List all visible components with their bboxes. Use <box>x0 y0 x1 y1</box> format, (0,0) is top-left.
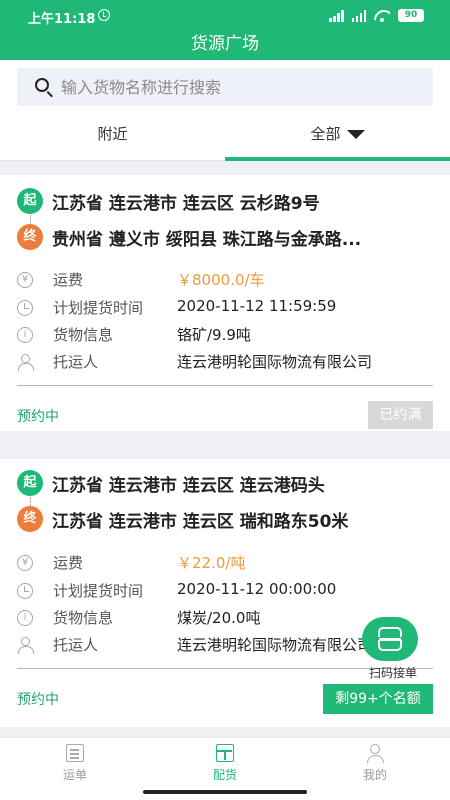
scan-icon <box>375 627 405 651</box>
nav-item-waybill[interactable]: 运单 <box>0 738 150 788</box>
nav-label: 运单 <box>62 768 87 782</box>
order-status: 预约中 <box>17 692 59 708</box>
freight-row: ¥ 运费 ￥8000.0/车 <box>17 269 437 291</box>
shipper-row: 托运人 连云港明轮国际物流有限公司 <box>17 351 437 373</box>
pickup-time-row: 计划提货时间 2020-11-12 00:00:00 <box>17 580 437 602</box>
search-area <box>0 60 450 116</box>
cargo-row: i 货物信息 铬矿/9.9吨 <box>17 324 437 346</box>
shipper-label: 托运人 <box>53 353 99 371</box>
cargo-value: 煤炭/20.0吨 <box>177 609 261 627</box>
end-badge: 终 <box>17 506 43 532</box>
tab-nearby-label: 附近 <box>97 125 128 143</box>
pickup-time-row: 计划提货时间 2020-11-12 11:59:59 <box>17 297 437 319</box>
start-badge: 起 <box>17 470 43 496</box>
home-indicator[interactable] <box>143 790 307 794</box>
yen-icon: ¥ <box>17 272 33 288</box>
cargo-value: 铬矿/9.9吨 <box>177 326 251 344</box>
search-input[interactable] <box>61 68 421 106</box>
user-icon <box>17 637 34 654</box>
full-button[interactable]: 已约满 <box>368 401 433 429</box>
order-card[interactable]: 起 江苏省 连云港市 连云区 连云港码头 终 江苏省 连云港市 连云区 瑞和路东… <box>0 459 450 727</box>
order-card[interactable]: 起 江苏省 连云港市 连云区 云杉路9号 终 贵州省 遵义市 绥阳县 珠江路与金… <box>0 175 450 431</box>
destination-address: 贵州省 遵义市 绥阳县 珠江路与金承路... <box>52 229 362 250</box>
freight-value: ￥22.0/吨 <box>177 554 246 572</box>
card-divider <box>17 385 433 386</box>
clock-icon <box>17 583 33 599</box>
status-time: 上午11:18 <box>28 12 96 27</box>
end-badge: 终 <box>17 224 43 250</box>
order-status: 预约中 <box>17 409 59 425</box>
clock-icon <box>17 300 33 316</box>
search-icon <box>35 78 49 92</box>
start-badge: 起 <box>17 188 43 214</box>
search-box[interactable] <box>17 68 433 106</box>
origin-row: 起 江苏省 连云港市 连云区 连云港码头 <box>17 470 325 496</box>
nav-item-dispatch[interactable]: 配货 <box>150 738 300 788</box>
filter-tabs: 附近 全部 <box>0 116 450 161</box>
origin-address: 江苏省 连云港市 连云区 云杉路9号 <box>52 193 320 214</box>
nav-item-mine[interactable]: 我的 <box>300 738 450 788</box>
shipper-value: 连云港明轮国际物流有限公司 <box>177 353 373 371</box>
status-icons: 90 <box>329 9 424 22</box>
shipper-label: 托运人 <box>53 636 99 654</box>
tab-all[interactable]: 全部 <box>225 116 450 161</box>
battery-icon: 90 <box>398 9 424 22</box>
tab-all-label: 全部 <box>310 125 341 143</box>
signal-icon <box>329 9 344 22</box>
signal-icon-2 <box>351 9 366 22</box>
freight-label: 运费 <box>53 271 84 289</box>
info-icon: i <box>17 610 33 626</box>
info-icon: i <box>17 327 33 343</box>
alarm-icon <box>98 9 110 21</box>
pickup-time-value: 2020-11-12 00:00:00 <box>177 580 337 598</box>
pickup-time-label: 计划提货时间 <box>53 582 144 600</box>
remaining-slots-button[interactable]: 剩99+个名额 <box>323 684 433 714</box>
pickup-time-label: 计划提货时间 <box>53 299 144 317</box>
document-icon <box>66 744 84 762</box>
nav-label: 配货 <box>212 768 237 782</box>
nav-label: 我的 <box>362 768 387 782</box>
scan-button[interactable] <box>362 617 418 661</box>
cargo-label: 货物信息 <box>53 326 114 344</box>
origin-row: 起 江苏省 连云港市 连云区 云杉路9号 <box>17 188 320 214</box>
pickup-time-value: 2020-11-12 11:59:59 <box>177 297 337 315</box>
status-bar: 上午11:18 90 <box>0 0 450 32</box>
scan-label[interactable]: 扫码接单 <box>358 664 428 681</box>
origin-address: 江苏省 连云港市 连云区 连云港码头 <box>52 475 325 496</box>
caret-down-icon <box>346 130 365 139</box>
page-title: 货源广场 <box>0 32 450 60</box>
destination-address: 江苏省 连云港市 连云区 瑞和路东50米 <box>52 511 349 532</box>
shipper-value: 连云港明轮国际物流有限公司 <box>177 636 373 654</box>
box-icon <box>216 744 234 762</box>
yen-icon: ¥ <box>17 555 33 571</box>
destination-row: 终 贵州省 遵义市 绥阳县 珠江路与金承路... <box>17 224 361 250</box>
tab-nearby[interactable]: 附近 <box>0 116 225 161</box>
wifi-icon <box>374 10 390 22</box>
freight-value: ￥8000.0/车 <box>177 271 265 289</box>
cargo-label: 货物信息 <box>53 609 114 627</box>
freight-label: 运费 <box>53 554 84 572</box>
person-icon <box>366 744 384 763</box>
user-icon <box>17 354 34 371</box>
freight-row: ¥ 运费 ￥22.0/吨 <box>17 552 437 574</box>
destination-row: 终 江苏省 连云港市 连云区 瑞和路东50米 <box>17 506 348 532</box>
